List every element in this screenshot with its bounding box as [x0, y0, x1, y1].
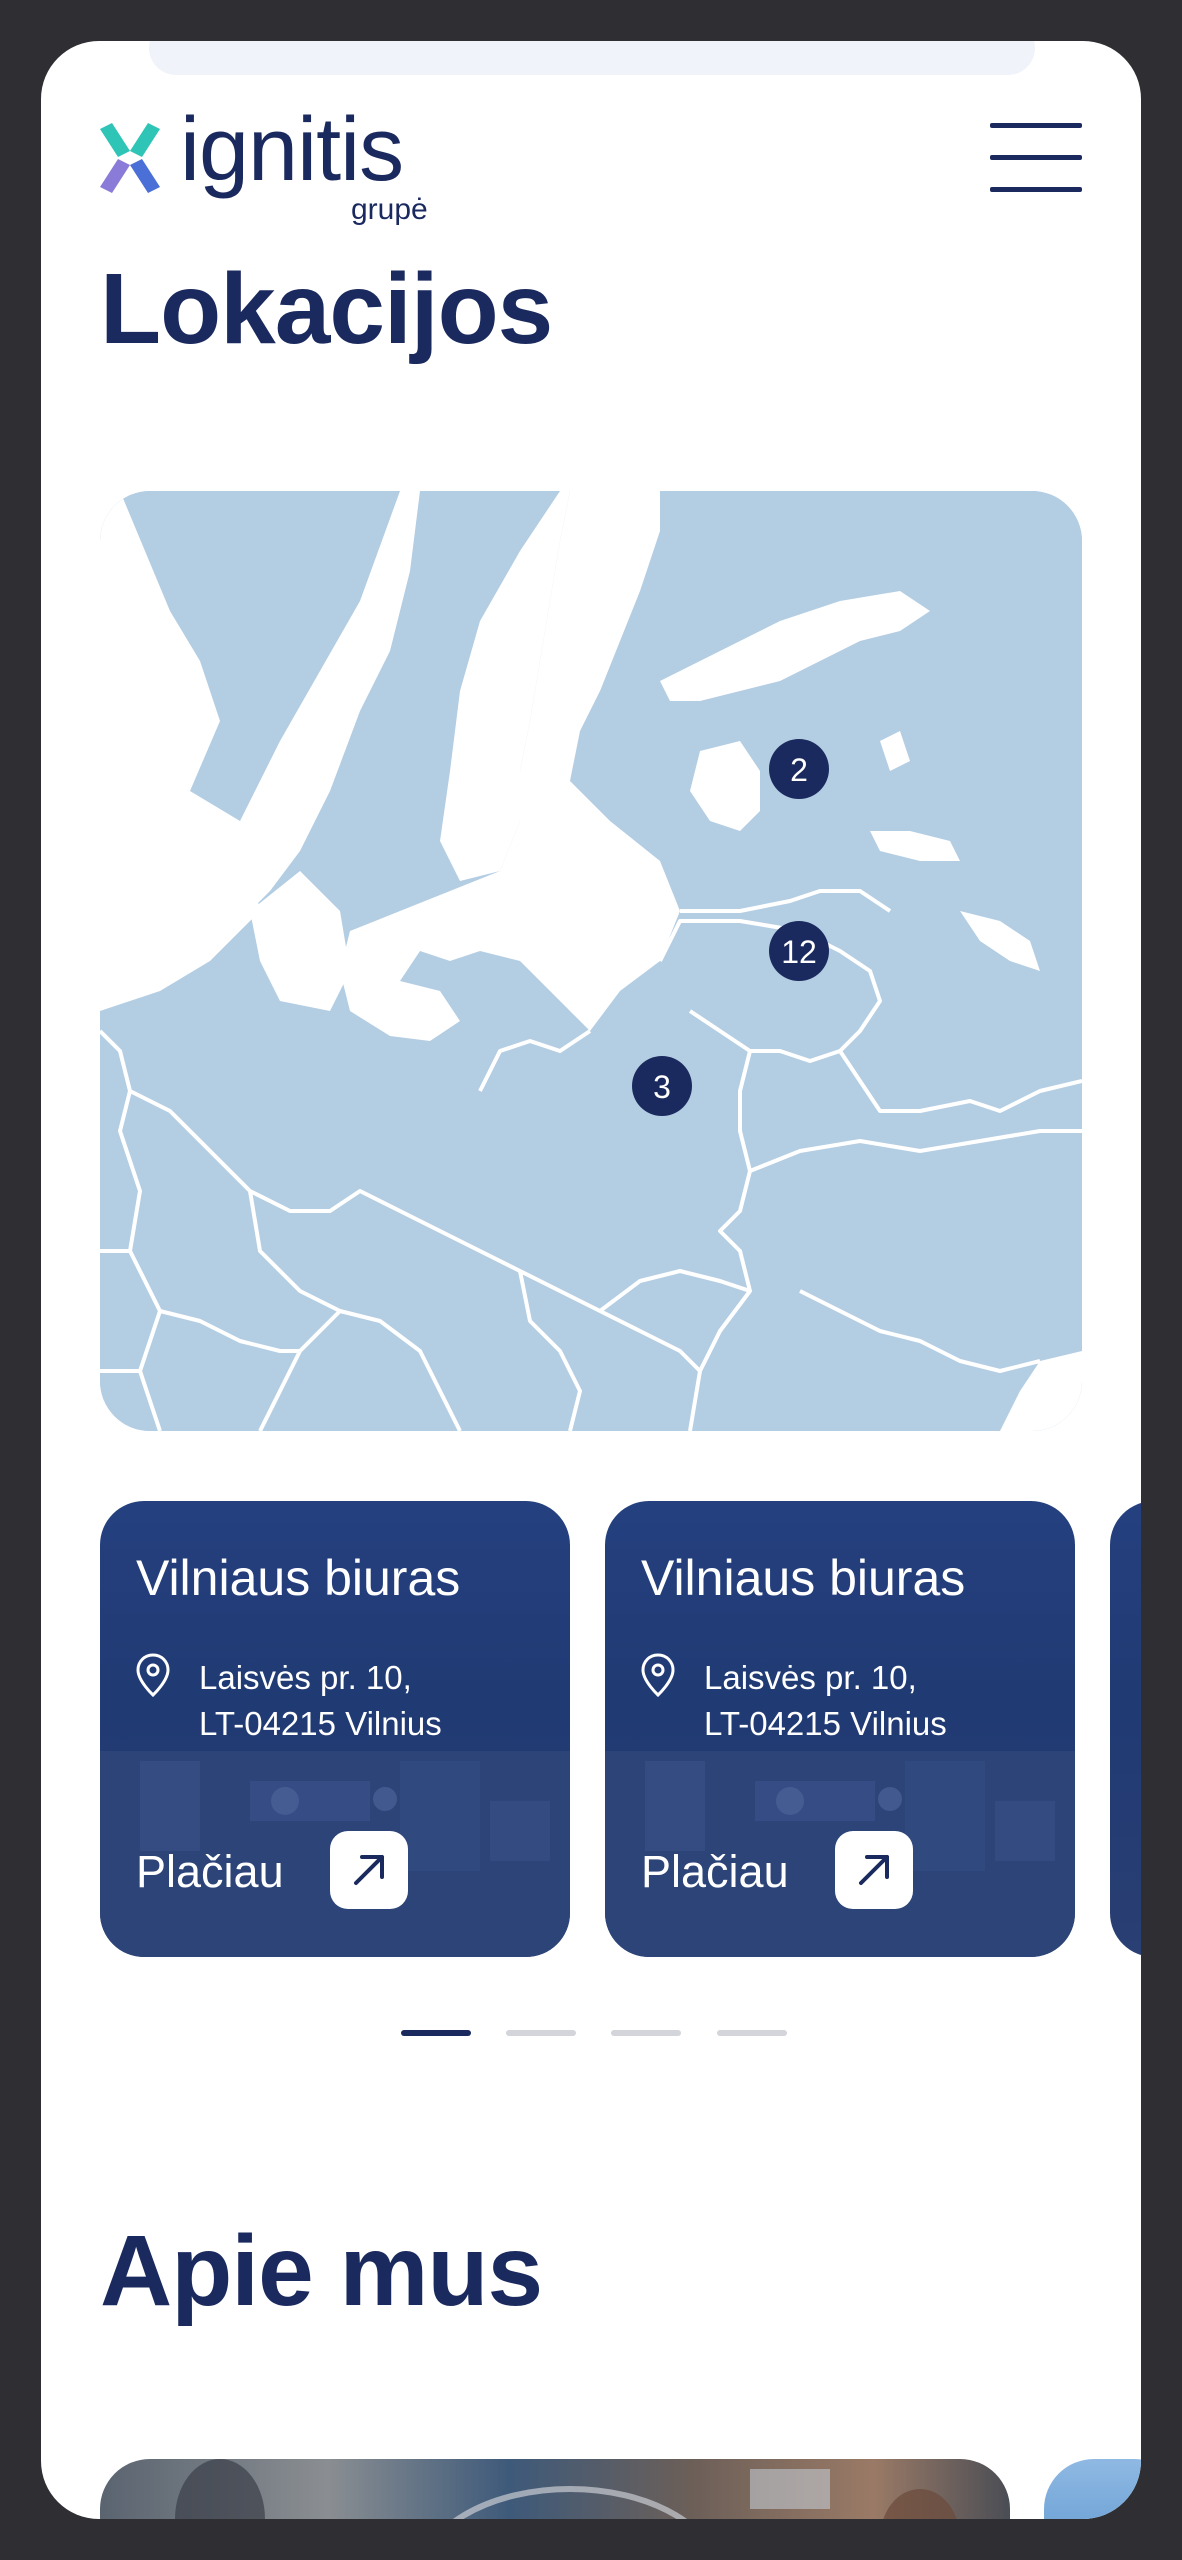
address-line-2: LT-04215 Vilnius	[199, 1705, 442, 1742]
site-header: ignitis grupė	[100, 105, 1082, 231]
cluster-count: 12	[781, 934, 817, 970]
map-canvas: 2 12 3	[100, 491, 1082, 1431]
about-photo[interactable]	[100, 2459, 1010, 2519]
address-line-2: LT-04215 Vilnius	[704, 1705, 947, 1742]
arrow-up-right-icon	[354, 1855, 384, 1885]
carousel-pagination	[401, 2030, 821, 2036]
address-line-1: Laisvės pr. 10,	[199, 1659, 412, 1696]
about-title: Apie mus	[100, 2215, 543, 2327]
status-pill	[149, 41, 1035, 75]
card-address: Laisvės pr. 10, LT-04215 Vilnius	[199, 1655, 442, 1747]
location-card-peek[interactable]	[1110, 1501, 1141, 1957]
map-cluster-2[interactable]: 12	[769, 921, 829, 981]
map-cluster-3[interactable]: 3	[632, 1056, 692, 1116]
pagination-dot-3[interactable]	[611, 2030, 681, 2036]
photo-details	[175, 2459, 957, 2519]
location-card[interactable]: Vilniaus biuras Laisvės pr. 10, LT-04215…	[100, 1501, 570, 1957]
pagination-dot-2[interactable]	[506, 2030, 576, 2036]
card-more-link[interactable]: Plačiau	[641, 1849, 789, 1894]
phone-screen: ignitis grupė Lokacijos 2 12 3 Vilniaus …	[41, 41, 1141, 2519]
about-photo-peek[interactable]	[1044, 2459, 1141, 2519]
card-more-link[interactable]: Plačiau	[136, 1849, 284, 1894]
arrow-up-right-icon	[859, 1855, 889, 1885]
locations-title: Lokacijos	[100, 253, 553, 365]
logo-wordmark: ignitis	[180, 100, 404, 200]
map-cluster-1[interactable]: 2	[769, 739, 829, 799]
hamburger-menu-icon[interactable]	[990, 123, 1082, 193]
cluster-count: 2	[790, 752, 808, 788]
locations-carousel[interactable]: Vilniaus biuras Laisvės pr. 10, LT-04215…	[100, 1501, 1141, 1961]
card-title: Vilniaus biuras	[641, 1550, 966, 1606]
address-line-1: Laisvės pr. 10,	[704, 1659, 917, 1696]
locations-map[interactable]: 2 12 3	[100, 491, 1082, 1431]
card-title: Vilniaus biuras	[136, 1550, 461, 1606]
ignitis-logo-mark-icon	[100, 123, 160, 193]
pagination-dot-1[interactable]	[401, 2030, 471, 2036]
logo-subtitle: grupė	[351, 193, 428, 226]
location-pin-icon	[641, 1653, 675, 1697]
card-arrow-button[interactable]	[835, 1831, 913, 1909]
location-card[interactable]: Vilniaus biuras Laisvės pr. 10, LT-04215…	[605, 1501, 1075, 1957]
pagination-dot-4[interactable]	[717, 2030, 787, 2036]
ignitis-logo[interactable]: ignitis grupė	[100, 105, 460, 231]
cluster-count: 3	[653, 1069, 671, 1105]
card-arrow-button[interactable]	[330, 1831, 408, 1909]
location-pin-icon	[136, 1653, 170, 1697]
card-address: Laisvės pr. 10, LT-04215 Vilnius	[704, 1655, 947, 1747]
